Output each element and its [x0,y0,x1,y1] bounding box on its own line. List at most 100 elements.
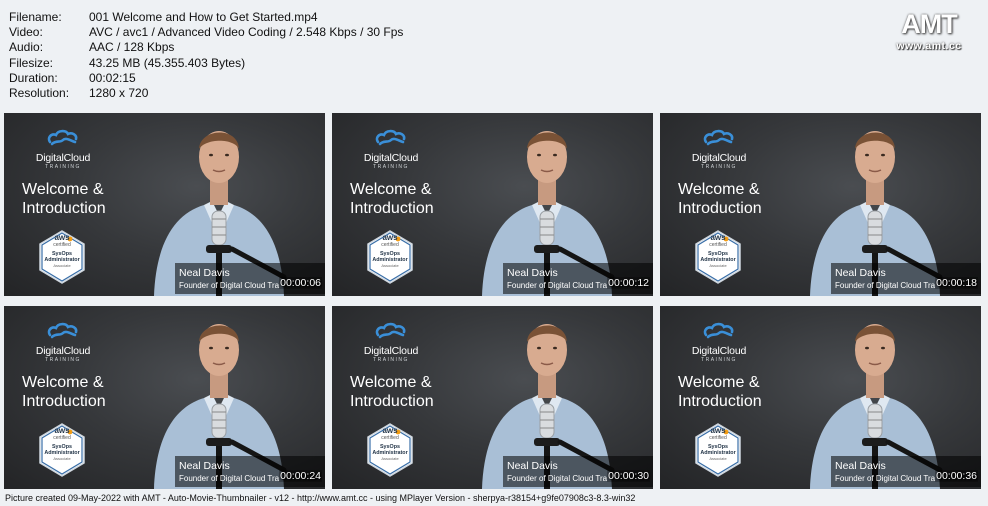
slide-title-line: Welcome & [678,181,760,198]
slide-title-line: Introduction [22,200,106,217]
digitalcloud-logo: DigitalCloud TRAINING [30,322,96,363]
video-thumbnail[interactable]: DigitalCloud TRAINING Welcome & Introduc… [4,113,325,296]
cloud-icon [703,322,734,339]
slide-title-line: Introduction [678,200,762,217]
badge-role: SysOps Administrator [38,444,86,456]
slide-title-line: Introduction [350,200,434,217]
badge-aws: aws [382,426,398,435]
presenter-name: Neal Davis [507,460,558,472]
cloud-icon [375,129,406,146]
badge-text: aws certified SysOps Administrator Assoc… [38,233,86,269]
brand-name: DigitalCloud [35,152,91,164]
file-info: Filename: 001 Welcome and How to Get Star… [9,10,403,101]
brand-subtitle: TRAINING [373,164,409,170]
timestamp: 00:00:12 [607,277,650,289]
cloud-icon [47,129,78,146]
slide-title-line: Welcome & [350,374,432,391]
timestamp: 00:00:36 [935,470,978,482]
badge-certified: certified [381,435,399,441]
slide-title-line: Introduction [350,393,434,410]
presenter-role: Founder of Digital Cloud Tra [507,281,608,290]
video-thumbnail[interactable]: DigitalCloud TRAINING Welcome & Introduc… [660,306,981,489]
brand-subtitle: TRAINING [45,357,81,363]
file-info-key: Duration: [9,70,58,85]
slide-title-line: Welcome & [22,181,104,198]
timestamp: 00:00:30 [607,470,650,482]
video-thumbnail[interactable]: DigitalCloud TRAINING Welcome & Introduc… [660,113,981,296]
badge-text: aws certified SysOps Administrator Assoc… [366,426,414,462]
badge-level: Associate [381,456,399,462]
slide-title: Welcome & Introduction [22,180,106,218]
brand-subtitle: TRAINING [701,357,737,363]
badge-level: Associate [709,456,727,462]
timestamp: 00:00:24 [279,470,322,482]
badge-certified: certified [53,242,71,248]
badge-certified: certified [53,435,71,441]
slide-title: Welcome & Introduction [350,180,434,218]
badge-certified: certified [709,435,727,441]
brand-subtitle: TRAINING [701,164,737,170]
presenter-role: Founder of Digital Cloud Tra [179,474,280,483]
brand-subtitle: TRAINING [45,164,81,170]
file-info-key: Video: [9,25,43,40]
badge-role: SysOps Administrator [366,444,414,456]
slide-title-line: Introduction [678,393,762,410]
badge-role: SysOps Administrator [694,444,742,456]
badge-certified: certified [381,242,399,248]
slide-title: Welcome & Introduction [678,180,762,218]
badge-aws: aws [710,426,726,435]
badge-text: aws certified SysOps Administrator Assoc… [694,426,742,462]
file-info-row: Audio: AAC / 128 Kbps [9,40,403,55]
video-thumbnail[interactable]: DigitalCloud TRAINING Welcome & Introduc… [4,306,325,489]
file-info-value: 43.25 MB (45.355.403 Bytes) [89,55,246,70]
badge-level: Associate [381,263,399,269]
file-info-row: Resolution: 1280 x 720 [9,86,403,101]
slide-title: Welcome & Introduction [22,373,106,411]
badge-role: SysOps Administrator [694,251,742,263]
slide-title: Welcome & Introduction [678,373,762,411]
badge-level: Associate [53,456,71,462]
brand-name: DigitalCloud [35,345,91,357]
file-info-row: Filesize: 43.25 MB (45.355.403 Bytes) [9,56,403,71]
amt-logo-mark: AMT [901,9,957,39]
badge-role: SysOps Administrator [366,251,414,263]
slide-title-line: Introduction [22,393,106,410]
badge-role: SysOps Administrator [38,251,86,263]
presenter-role: Founder of Digital Cloud Tra [507,474,608,483]
brand-name: DigitalCloud [691,152,747,164]
badge-text: aws certified SysOps Administrator Assoc… [38,426,86,462]
file-info-key: Audio: [9,40,44,55]
file-info-value: AAC / 128 Kbps [89,40,175,55]
file-info-value: 1280 x 720 [89,86,149,101]
file-info-row: Video: AVC / avc1 / Advanced Video Coding… [9,25,403,40]
file-info-row: Duration: 00:02:15 [9,71,403,86]
badge-aws: aws [54,233,70,242]
slide-title-line: Welcome & [678,374,760,391]
presenter-name: Neal Davis [835,267,886,279]
digitalcloud-logo: DigitalCloud TRAINING [358,129,424,170]
file-info-value: 00:02:15 [89,70,136,85]
presenter-name: Neal Davis [835,460,886,472]
file-info-key: Resolution: [9,86,70,101]
file-info-row: Filename: 001 Welcome and How to Get Star… [9,10,403,25]
digitalcloud-logo: DigitalCloud TRAINING [686,129,752,170]
video-thumbnail[interactable]: DigitalCloud TRAINING Welcome & Introduc… [332,306,653,489]
footer-credits: Picture created 09-May-2022 with AMT - A… [5,493,636,503]
badge-aws: aws [54,426,70,435]
video-thumbnail[interactable]: DigitalCloud TRAINING Welcome & Introduc… [332,113,653,296]
presenter-name: Neal Davis [179,267,230,279]
cloud-icon [47,322,78,339]
presenter-role: Founder of Digital Cloud Tra [835,281,936,290]
slide-title-line: Welcome & [350,181,432,198]
slide-title: Welcome & Introduction [350,373,434,411]
cloud-icon [703,129,734,146]
amt-watermark-logo: AMT www.amt.cc [884,8,974,52]
presenter-name: Neal Davis [179,460,230,472]
presenter-role: Founder of Digital Cloud Tra [835,474,936,483]
presenter-name: Neal Davis [507,267,558,279]
slide-title-line: Welcome & [22,374,104,391]
presenter-role: Founder of Digital Cloud Tra [179,281,280,290]
badge-text: aws certified SysOps Administrator Assoc… [694,234,742,269]
badge-level: Associate [53,263,71,269]
brand-name: DigitalCloud [691,345,747,357]
